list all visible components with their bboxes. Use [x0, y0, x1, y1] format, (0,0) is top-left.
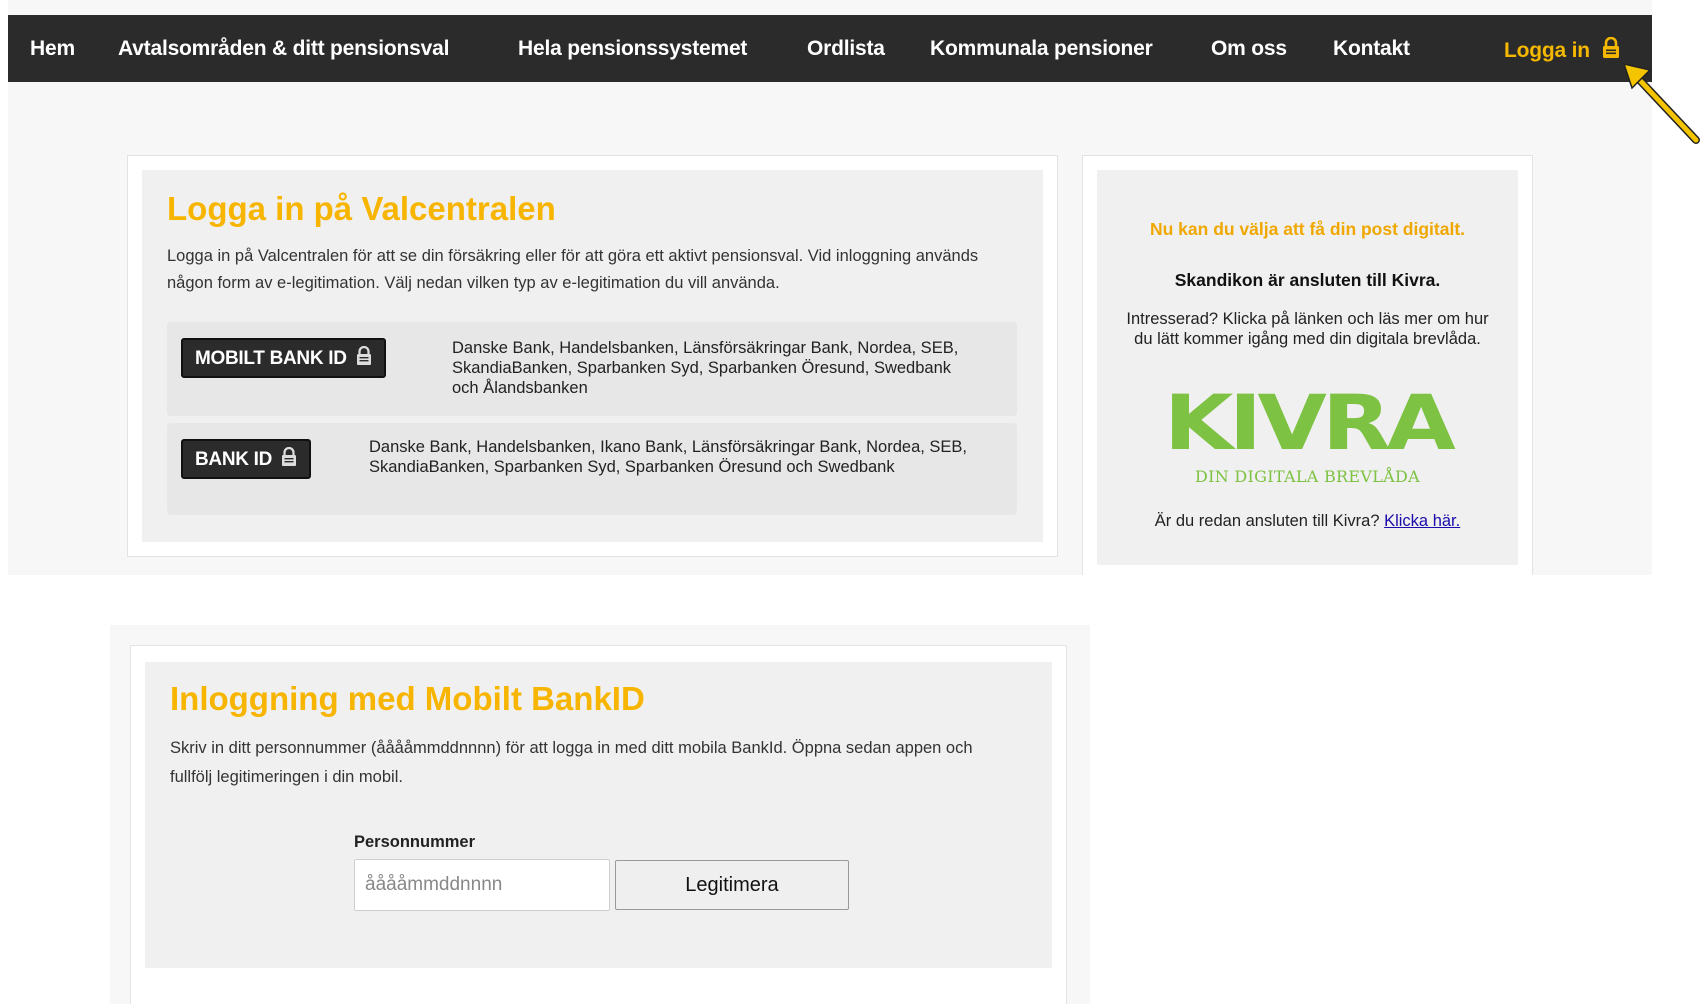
bankid-button-label: BANK ID [195, 449, 273, 470]
nav-login-label: Logga in [1504, 39, 1590, 62]
login-card-title: Logga in på Valcentralen [167, 190, 556, 227]
kivra-logo[interactable]: KIVRA DIN DIGITALA BREVLÅDA [1164, 378, 1456, 492]
mobilt-bankid-banks: Danske Bank, Handelsbanken, Länsförsäkri… [452, 339, 959, 397]
kivra-footer: Är du redan ansluten till Kivra? Klicka … [1097, 511, 1518, 531]
kivra-card: Nu kan du välja att få din post digitalt… [1082, 155, 1533, 575]
lock-icon [277, 446, 297, 470]
mobile-login-card: Inloggning med Mobilt BankID Skriv in di… [130, 645, 1067, 1004]
kivra-logo-tagline: DIN DIGITALA BREVLÅDA [1194, 467, 1420, 486]
kivra-headline: Nu kan du välja att få din post digitalt… [1149, 219, 1466, 239]
mobilt-bankid-button[interactable]: MOBILT BANK ID [181, 338, 386, 378]
screenshot-bottom: Inloggning med Mobilt BankID Skriv in di… [110, 625, 1090, 1004]
lock-icon [1602, 36, 1620, 65]
legitimera-button[interactable]: Legitimera [615, 860, 849, 910]
nav-item-kontakt[interactable]: Kontakt [1333, 37, 1410, 61]
nav-item-ordlista[interactable]: Ordlista [807, 37, 885, 61]
mobilt-bankid-button-label: MOBILT BANK ID [195, 348, 347, 369]
main-navigation: Hem Avtalsområden & ditt pensionsval Hel… [8, 15, 1652, 82]
login-card-inner: Logga in på Valcentralen Logga in på Val… [142, 170, 1043, 542]
bankid-button[interactable]: BANK ID [181, 439, 312, 479]
kivra-body: Intresserad? Klicka på länken och läs me… [1126, 310, 1489, 348]
nav-item-om-oss[interactable]: Om oss [1211, 37, 1287, 61]
kivra-subheadline: Skandikon är ansluten till Kivra. [1174, 270, 1441, 290]
mobile-login-description: Skriv in ditt personnummer (ååååmmddnnnn… [170, 739, 973, 786]
nav-item-hela-pensionssystemet[interactable]: Hela pensionssystemet [518, 37, 747, 61]
personnummer-input[interactable] [354, 859, 610, 911]
lock-icon [352, 345, 372, 369]
mobile-login-card-inner: Inloggning med Mobilt BankID Skriv in di… [145, 662, 1052, 968]
bankid-banks: Danske Bank, Handelsbanken, Ikano Bank, … [369, 438, 968, 476]
kivra-logo-text: KIVRA [1163, 378, 1456, 467]
nav-login-link[interactable]: Logga in [1504, 36, 1620, 65]
kivra-card-inner: Nu kan du välja att få din post digitalt… [1097, 170, 1518, 565]
kivra-click-here-link[interactable]: Klicka här. [1384, 512, 1460, 530]
login-card: Logga in på Valcentralen Logga in på Val… [127, 155, 1058, 557]
mobile-login-title: Inloggning med Mobilt BankID [170, 680, 645, 717]
kivra-footer-text: Är du redan ansluten till Kivra? [1154, 512, 1380, 530]
option-mobilt-bankid: MOBILT BANK ID Danske Bank, Handelsbanke… [167, 322, 1017, 416]
nav-item-avtalsomraden[interactable]: Avtalsområden & ditt pensionsval [118, 37, 449, 61]
personnummer-label: Personnummer [354, 833, 476, 851]
nav-item-hem[interactable]: Hem [30, 37, 75, 61]
login-card-description: Logga in på Valcentralen för att se din … [167, 247, 979, 292]
nav-item-kommunala-pensioner[interactable]: Kommunala pensioner [930, 37, 1153, 61]
annotation-arrow-icon [1622, 62, 1700, 144]
option-bankid: BANK ID Danske Bank, Handelsbanken, Ikan… [167, 423, 1017, 515]
